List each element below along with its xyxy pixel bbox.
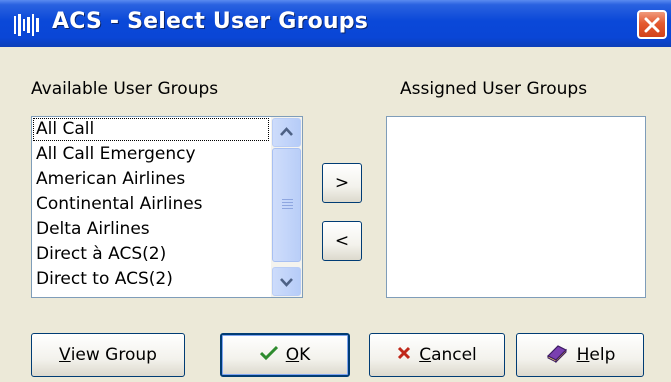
list-item[interactable]: Continental Airlines [32,192,270,217]
list-item[interactable]: Delta Airlines [32,217,270,242]
scroll-down-button[interactable] [272,267,301,296]
help-book-icon [545,343,569,368]
list-item[interactable]: All Call [32,117,270,142]
scroll-thumb[interactable] [272,148,301,262]
scroll-up-button[interactable] [272,118,301,147]
vertical-scrollbar[interactable] [271,117,302,297]
cancel-button[interactable]: Cancel [369,333,505,377]
remove-group-button[interactable]: < [322,221,362,261]
chevron-up-icon [280,127,293,136]
x-icon [397,345,411,365]
title-bar[interactable]: ACS - Select User Groups [0,0,671,47]
app-icon [13,14,47,36]
available-groups-label: Available User Groups [31,79,219,99]
list-item[interactable]: American Airlines [32,167,270,192]
close-icon [644,17,660,33]
list-item[interactable]: Direct to ACS(2) [32,267,270,292]
view-group-button[interactable]: View Group [31,333,185,377]
list-item[interactable]: All Call Emergency [32,142,270,167]
cancel-mnemonic: C [419,345,432,365]
checkmark-icon [259,345,278,366]
ok-mnemonic: O [285,345,300,365]
close-button[interactable] [637,10,667,39]
list-item[interactable]: Direct à ACS(2) [32,242,270,267]
ok-button[interactable]: OK [220,333,350,377]
add-group-button[interactable]: > [322,163,362,203]
chevron-down-icon [280,278,293,287]
cancel-label: ancel [431,345,477,365]
dialog-window: ACS - Select User Groups Available User … [0,0,671,382]
view-group-label: iew Group [70,345,157,365]
assigned-groups-list[interactable] [386,116,646,298]
view-group-mnemonic: V [59,345,71,365]
ok-label: K [299,345,311,365]
available-groups-list[interactable]: All Call All Call Emergency American Airli… [31,116,303,298]
available-groups-items: All Call All Call Emergency American Airli… [32,117,270,292]
window-title: ACS - Select User Groups [52,9,369,34]
assigned-groups-label: Assigned User Groups [400,79,588,99]
help-mnemonic: H [576,345,590,365]
help-button[interactable]: Help [516,333,644,377]
help-label: elp [589,345,616,365]
